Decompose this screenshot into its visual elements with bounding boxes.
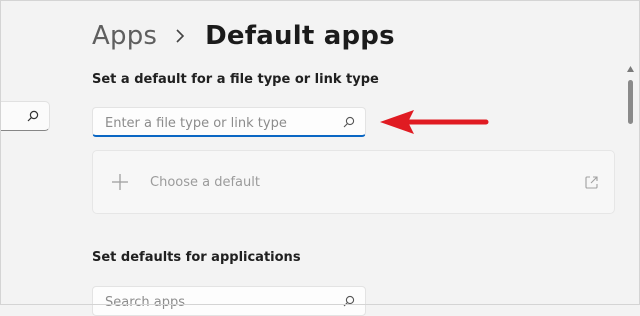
apps-search-box[interactable]: [92, 286, 366, 316]
chevron-right-icon: [176, 29, 185, 43]
search-icon: [343, 295, 355, 307]
page-title: Default apps: [205, 21, 395, 51]
scrollbar[interactable]: [624, 66, 636, 305]
file-type-search-input[interactable]: [103, 113, 337, 133]
breadcrumb: Apps Default apps: [92, 18, 395, 54]
choose-default-card[interactable]: Choose a default: [92, 150, 615, 214]
file-type-section-label: Set a default for a file type or link ty…: [92, 72, 379, 87]
search-icon: [343, 116, 355, 128]
apps-search-input[interactable]: [103, 292, 337, 312]
file-type-search-box[interactable]: [92, 107, 366, 137]
apps-section-label: Set defaults for applications: [92, 250, 301, 265]
annotation-arrow: [380, 110, 489, 134]
sidebar-search-box[interactable]: [0, 101, 50, 131]
search-icon: [27, 110, 39, 122]
open-external-icon[interactable]: [585, 176, 598, 189]
choose-default-label: Choose a default: [150, 175, 260, 190]
scrollbar-thumb[interactable]: [628, 80, 633, 124]
scroll-up-icon[interactable]: [627, 66, 634, 72]
breadcrumb-apps-link[interactable]: Apps: [92, 21, 157, 51]
plus-icon: [112, 174, 128, 190]
